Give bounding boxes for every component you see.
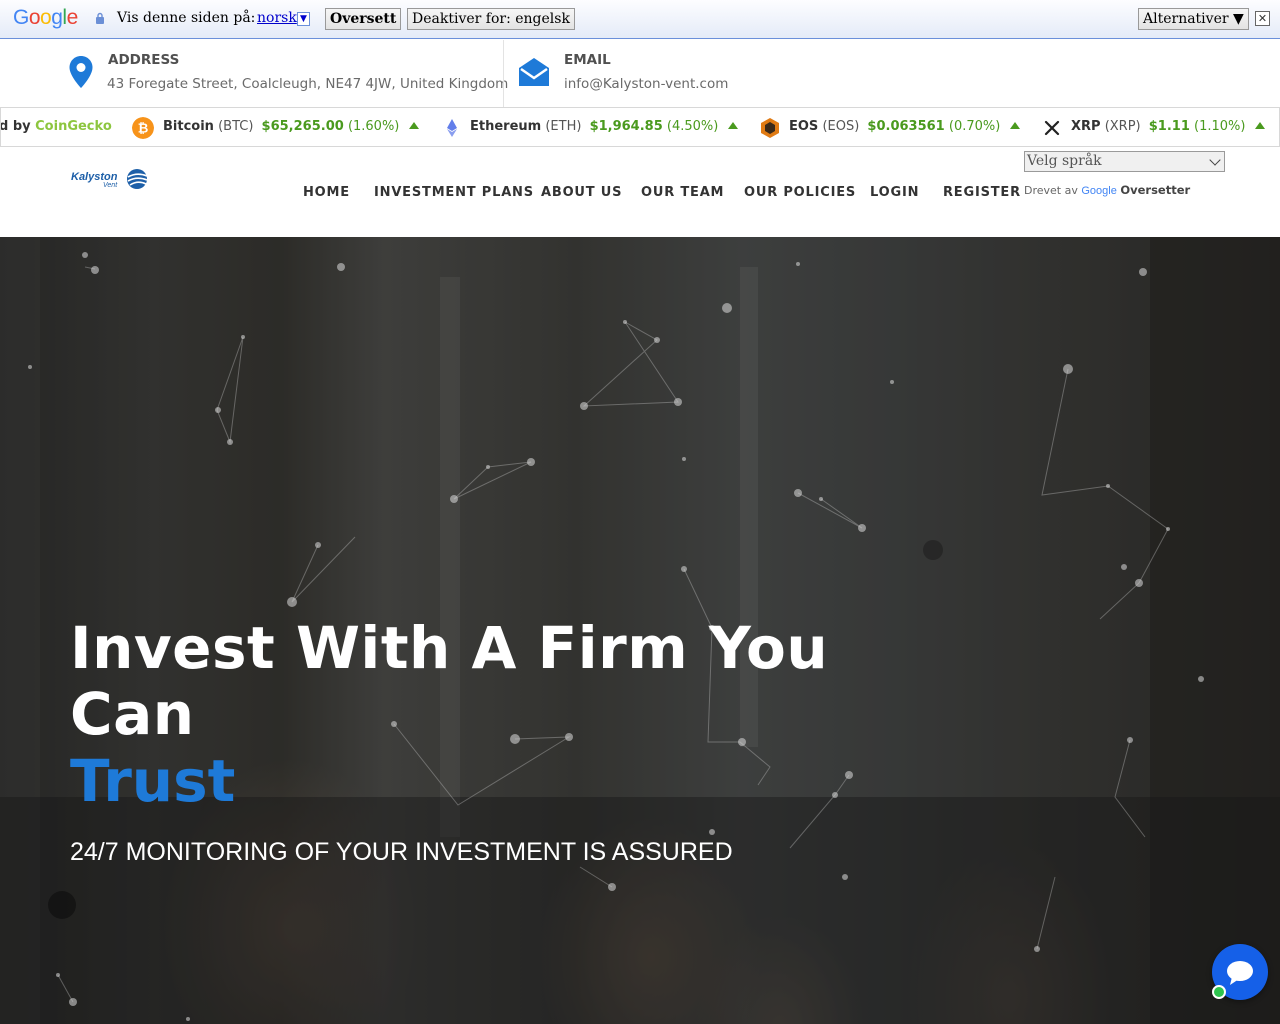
translate-powered-by: Drevet av Google Oversetter xyxy=(1024,183,1190,197)
crypto-ticker: d by CoinGecko ₿ Bitcoin (BTC) $65,265.0… xyxy=(0,107,1280,147)
address-value: 43 Foregate Street, Coalcleugh, NE47 4JW… xyxy=(107,76,509,92)
coin-change: (0.70%) xyxy=(948,119,1001,134)
lock-icon xyxy=(96,12,104,24)
ethereum-icon xyxy=(447,119,457,137)
ticker-powered-by[interactable]: d by CoinGecko xyxy=(0,119,112,134)
coin-price: $1,964.85 xyxy=(589,119,663,134)
coin-change: (1.60%) xyxy=(347,119,400,134)
email-value[interactable]: info@Kalyston-vent.com xyxy=(564,76,728,92)
language-select-value: Velg språk xyxy=(1027,153,1102,169)
translate-options-button[interactable]: Alternativer ▼ xyxy=(1138,8,1249,30)
chevron-down-icon xyxy=(1209,154,1221,166)
google-wordmark[interactable]: Google xyxy=(1081,185,1116,197)
nav-home[interactable]: HOME xyxy=(303,185,350,200)
address-label: ADDRESS xyxy=(108,52,180,68)
coin-symbol: (XRP) xyxy=(1104,119,1141,134)
nav-our-team[interactable]: OUR TEAM xyxy=(641,185,724,200)
nav-register[interactable]: REGISTER xyxy=(943,185,1021,200)
email-label: EMAIL xyxy=(564,52,611,68)
google-logo: Google xyxy=(13,6,78,29)
contact-divider xyxy=(503,40,504,107)
coin-name: Ethereum xyxy=(470,119,542,134)
translate-service-link[interactable]: Oversetter xyxy=(1120,183,1190,197)
xrp-icon xyxy=(1044,120,1060,136)
svg-text:₿: ₿ xyxy=(138,121,149,136)
google-translate-bar: Google Vis denne siden på: norsk ▼ Overs… xyxy=(0,0,1280,39)
chat-online-indicator xyxy=(1212,985,1226,999)
ticker-item-eth[interactable]: Ethereum (ETH) $1,964.85 (4.50%) xyxy=(470,119,739,134)
ticker-item-btc[interactable]: Bitcoin (BTC) $65,265.00 (1.60%) xyxy=(163,119,420,134)
coin-name: EOS xyxy=(789,119,819,134)
hero-title-accent: Trust xyxy=(70,747,236,815)
nav-login[interactable]: LOGIN xyxy=(870,185,919,200)
bitcoin-icon: ₿ xyxy=(132,117,154,139)
up-arrow-icon xyxy=(1010,122,1021,129)
hero-subtitle: 24/7 MONITORING OF YOUR INVESTMENT IS AS… xyxy=(70,838,733,866)
nav-investment-plans[interactable]: INVESTMENT PLANS xyxy=(374,185,534,200)
nav-about-us[interactable]: ABOUT US xyxy=(541,185,622,200)
ticker-item-eos[interactable]: EOS (EOS) $0.063561 (0.70%) xyxy=(789,119,1021,134)
up-arrow-icon xyxy=(728,122,739,129)
coingecko-link[interactable]: CoinGecko xyxy=(35,119,112,134)
coin-name: XRP xyxy=(1071,119,1101,134)
map-pin-icon xyxy=(69,56,93,88)
eos-icon xyxy=(761,118,779,138)
coin-change: (4.50%) xyxy=(666,119,719,134)
coin-price: $0.063561 xyxy=(867,119,945,134)
translate-prompt: Vis denne siden på: xyxy=(117,10,256,26)
coin-price: $1.11 xyxy=(1148,119,1190,134)
powered-prefix: d by xyxy=(0,119,36,134)
translate-language-link[interactable]: norsk xyxy=(257,10,297,26)
envelope-icon xyxy=(519,58,549,86)
close-icon[interactable]: ✕ xyxy=(1255,11,1270,26)
coin-symbol: (ETH) xyxy=(545,119,582,134)
hero-title: Invest With A Firm You Can xyxy=(70,614,829,748)
up-arrow-icon xyxy=(409,122,420,129)
logo-subtext: Vent xyxy=(103,182,118,189)
coin-price: $65,265.00 xyxy=(261,119,344,134)
ticker-item-xrp[interactable]: XRP (XRP) $1.11 (1.10%) xyxy=(1071,119,1266,134)
coin-symbol: (EOS) xyxy=(822,119,860,134)
translate-button[interactable]: Oversett xyxy=(325,8,402,30)
language-select[interactable]: Velg språk xyxy=(1024,151,1225,172)
coin-name: Bitcoin xyxy=(163,119,214,134)
powered-by-label: Drevet av xyxy=(1024,184,1078,197)
up-arrow-icon xyxy=(1255,122,1266,129)
disable-translate-button[interactable]: Deaktiver for: engelsk xyxy=(407,8,575,30)
coin-change: (1.10%) xyxy=(1194,119,1246,134)
coin-symbol: (BTC) xyxy=(218,119,254,134)
nav-our-policies[interactable]: OUR POLICIES xyxy=(744,185,856,200)
contact-bar xyxy=(0,40,1280,107)
language-dropdown-icon[interactable]: ▼ xyxy=(297,12,310,26)
